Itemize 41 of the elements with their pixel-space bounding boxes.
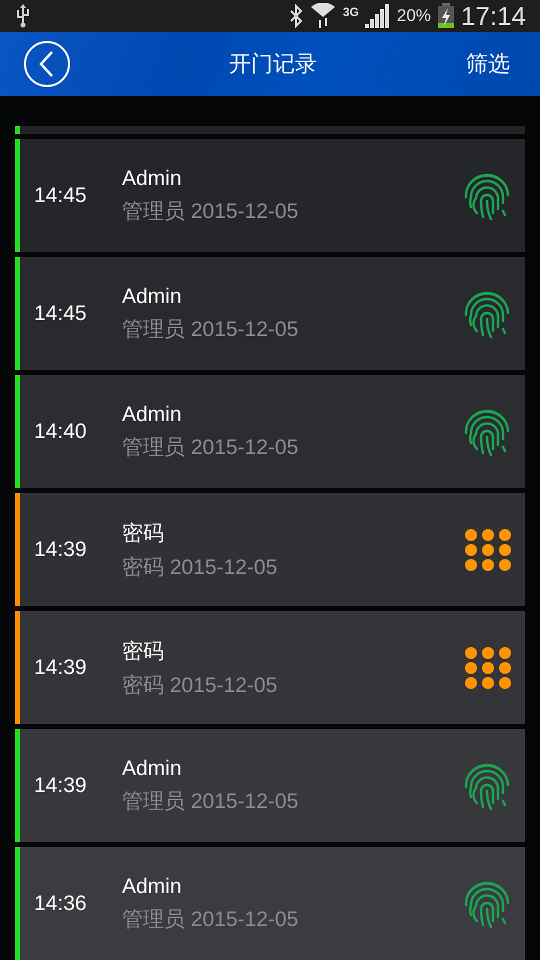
filter-button[interactable]: 筛选 bbox=[466, 49, 510, 80]
record-time: 14:36 bbox=[33, 892, 88, 916]
battery-percent: 20% bbox=[396, 6, 431, 26]
record-row[interactable]: 14:39 密码 密码 2015-12-05 bbox=[15, 611, 525, 724]
record-row[interactable]: 14:45 Admin 管理员 2015-12-05 bbox=[15, 139, 525, 252]
record-time: 14:39 bbox=[33, 774, 88, 798]
record-detail: 密码 2015-12-05 bbox=[122, 554, 278, 580]
record-row[interactable]: 14:39 Admin 管理员 2015-12-05 bbox=[15, 729, 525, 842]
record-name: Admin bbox=[122, 166, 183, 190]
record-detail: 管理员 2015-12-05 bbox=[122, 788, 300, 814]
record-detail: 管理员 2015-12-05 bbox=[122, 434, 300, 460]
battery-icon bbox=[436, 3, 455, 30]
record-name: Admin bbox=[122, 284, 183, 308]
record-time: 14:40 bbox=[33, 420, 88, 444]
record-name: Admin bbox=[122, 874, 183, 898]
signal-icon bbox=[364, 4, 391, 28]
record-detail: 密码 2015-12-05 bbox=[122, 672, 278, 698]
keypad-icon bbox=[465, 646, 511, 688]
record-time: 14:45 bbox=[33, 184, 88, 208]
usb-icon bbox=[16, 4, 30, 28]
page-title: 开门记录 bbox=[228, 51, 318, 80]
record-row[interactable]: 14:39 密码 密码 2015-12-05 bbox=[15, 493, 525, 606]
record-time: 14:39 bbox=[33, 538, 88, 562]
record-detail: 管理员 2015-12-05 bbox=[122, 316, 300, 342]
bluetooth-icon bbox=[288, 4, 303, 28]
network-type: 3G bbox=[342, 5, 359, 19]
back-button[interactable] bbox=[24, 41, 70, 88]
record-detail: 管理员 2015-12-05 bbox=[122, 906, 300, 932]
keypad-icon bbox=[465, 528, 511, 570]
record-row[interactable]: 14:40 Admin 管理员 2015-12-05 bbox=[15, 375, 525, 488]
record-name: Admin bbox=[122, 402, 183, 426]
record-time: 14:45 bbox=[33, 302, 88, 326]
record-name: 密码 bbox=[122, 520, 165, 546]
record-row[interactable]: 14:36 Admin 管理员 2015-12-05 bbox=[15, 847, 525, 960]
record-name: 密码 bbox=[122, 638, 165, 664]
record-detail: 管理员 2015-12-05 bbox=[122, 198, 300, 224]
record-time: 14:39 bbox=[33, 656, 88, 680]
record-row[interactable]: 14:45 Admin 管理员 2015-12-05 bbox=[15, 257, 525, 370]
clock: 17:14 bbox=[460, 0, 526, 32]
record-name: Admin bbox=[122, 756, 183, 780]
wifi-icon bbox=[308, 3, 337, 30]
